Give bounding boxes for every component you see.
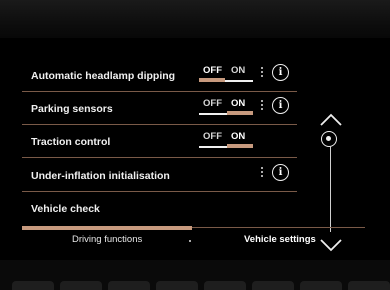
hardware-button[interactable] <box>156 281 198 290</box>
hardware-button[interactable] <box>252 281 294 290</box>
setting-row-under-inflation[interactable]: Under-inflation initialisation i <box>22 160 297 192</box>
row-divider <box>22 91 297 92</box>
row-divider <box>22 124 297 125</box>
scroll-thumb[interactable] <box>321 131 337 147</box>
toggle-off-label: OFF <box>203 98 222 109</box>
hardware-button[interactable] <box>204 281 246 290</box>
setting-label: Parking sensors <box>31 103 113 115</box>
hardware-button[interactable] <box>300 281 342 290</box>
toggle-off-label: OFF <box>203 65 222 76</box>
more-vertical-icon[interactable] <box>260 67 264 79</box>
setting-row-vehicle-check[interactable]: Vehicle check <box>22 193 297 225</box>
toggle-on-label: ON <box>231 65 246 76</box>
setting-row-traction-control[interactable]: Traction control OFF ON <box>22 126 297 158</box>
toggle-indicator <box>227 111 253 115</box>
info-icon[interactable]: i <box>272 97 289 114</box>
tab-driving-functions[interactable]: Driving functions <box>72 234 142 245</box>
info-icon[interactable]: i <box>272 64 289 81</box>
tab-vehicle-settings[interactable]: Vehicle settings <box>244 234 316 245</box>
toggle-on-label: ON <box>231 98 246 109</box>
toggle-off-label: OFF <box>203 131 222 142</box>
hardware-button[interactable] <box>348 281 390 290</box>
more-vertical-icon[interactable] <box>260 100 264 112</box>
headlamp-dipping-toggle[interactable]: OFF ON <box>199 65 253 82</box>
setting-label: Under-inflation initialisation <box>31 170 170 182</box>
row-divider <box>22 157 297 158</box>
setting-label: Automatic headlamp dipping <box>31 70 176 82</box>
screen-bezel-top <box>0 0 390 38</box>
toggle-indicator <box>227 144 253 148</box>
toggle-indicator <box>199 78 225 82</box>
traction-control-toggle[interactable]: OFF ON <box>199 131 253 148</box>
hardware-button[interactable] <box>108 281 150 290</box>
scroll-track[interactable] <box>330 146 331 232</box>
tab-separator-dot <box>189 240 191 242</box>
setting-row-parking-sensors[interactable]: Parking sensors OFF ON i <box>22 93 297 125</box>
hardware-button[interactable] <box>60 281 102 290</box>
hardware-button[interactable] <box>12 281 54 290</box>
chevron-down-icon[interactable] <box>319 238 343 252</box>
more-vertical-icon[interactable] <box>260 167 264 179</box>
parking-sensors-toggle[interactable]: OFF ON <box>199 98 253 115</box>
setting-label: Vehicle check <box>31 203 100 215</box>
row-divider <box>22 191 297 192</box>
setting-label: Traction control <box>31 136 111 148</box>
info-icon[interactable]: i <box>272 164 289 181</box>
toggle-on-label: ON <box>231 131 246 142</box>
active-tab-indicator <box>22 226 192 230</box>
chevron-up-icon[interactable] <box>319 113 343 127</box>
setting-row-headlamp-dipping[interactable]: Automatic headlamp dipping OFF ON i <box>22 60 297 92</box>
